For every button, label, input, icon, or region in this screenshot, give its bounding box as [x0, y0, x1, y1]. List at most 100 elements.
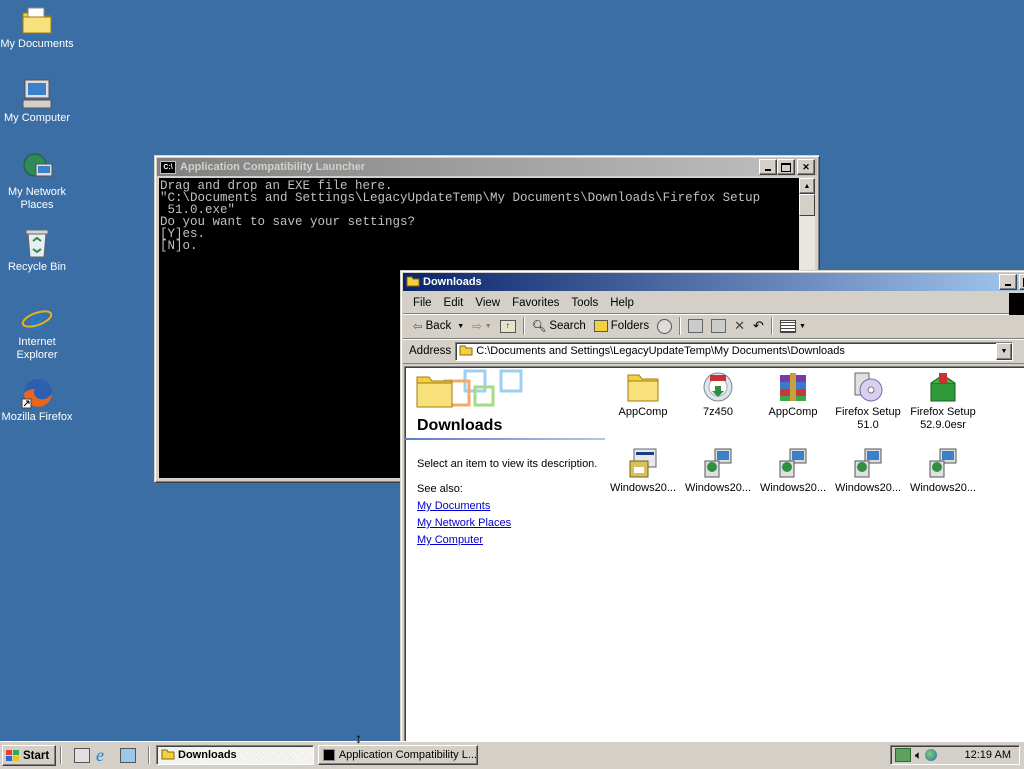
- history-button[interactable]: [653, 317, 676, 336]
- arrow-up-icon: ▲: [803, 182, 811, 190]
- folder-icon: [459, 344, 473, 359]
- file-item[interactable]: Windows20...: [756, 447, 830, 495]
- desktop-icon-my-documents[interactable]: My Documents: [0, 4, 74, 51]
- search-label: Search: [549, 320, 586, 332]
- file-item[interactable]: Windows20...: [681, 447, 755, 495]
- chevron-down-icon[interactable]: ▼: [485, 323, 492, 330]
- undo-button[interactable]: ↶: [749, 316, 768, 336]
- back-arrow-icon: ⇦: [413, 321, 423, 333]
- address-value: C:\Documents and Settings\LegacyUpdateTe…: [476, 345, 845, 357]
- explorer-title: Downloads: [423, 276, 482, 288]
- taskbar-separator: [148, 746, 150, 764]
- file-item[interactable]: AppComp: [756, 371, 830, 419]
- recycle-bin-icon: [20, 227, 54, 259]
- copy-to-button[interactable]: [707, 317, 730, 335]
- back-button[interactable]: ⇦ Back ▼: [409, 317, 468, 335]
- task-button-app-compat[interactable]: Application Compatibility L...: [318, 745, 478, 765]
- undo-icon: ↶: [753, 318, 764, 333]
- windows-logo-icon: [1009, 293, 1024, 315]
- chevron-down-icon: ▼: [798, 322, 806, 330]
- maximize-icon: [781, 162, 791, 172]
- link-my-network-places[interactable]: My Network Places: [417, 517, 511, 529]
- up-folder-button[interactable]: ↑: [496, 318, 520, 335]
- file-item[interactable]: Windows20...: [831, 447, 905, 495]
- console-title: Application Compatibility Launcher: [180, 161, 366, 173]
- file-item[interactable]: AppComp: [606, 371, 680, 419]
- show-desktop-icon[interactable]: [74, 748, 90, 763]
- windows-update-package-icon: [776, 447, 810, 479]
- folder-view[interactable]: Downloads Select an item to view its des…: [404, 366, 1024, 748]
- file-label: Windows20...: [609, 482, 677, 494]
- file-label: Firefox Setup 52.9.0esr: [910, 406, 976, 431]
- file-item[interactable]: Windows20...: [606, 447, 680, 495]
- folder-banner-graphic: [405, 367, 525, 411]
- history-icon: [657, 318, 673, 334]
- minimize-button[interactable]: [999, 274, 1017, 290]
- address-dropdown-button[interactable]: ▼: [996, 342, 1012, 360]
- desktop-icon-internet-explorer[interactable]: e Internet Explorer: [0, 301, 74, 362]
- folder-icon: [626, 371, 660, 403]
- console-titlebar[interactable]: C:\ Application Compatibility Launcher ✕: [157, 158, 817, 176]
- standard-toolbar: ⇦ Back ▼ ⇨ ▼ ↑ 🔍︎ Search Folders ✕ ↶ ▼: [403, 314, 1024, 339]
- maximize-button[interactable]: [777, 159, 795, 175]
- desktop-icon-my-computer[interactable]: My Computer: [0, 78, 74, 125]
- file-item[interactable]: 7z450: [681, 371, 755, 419]
- file-item[interactable]: Firefox Setup 52.9.0esr: [906, 371, 980, 432]
- title-underline: [405, 438, 605, 440]
- link-my-documents[interactable]: My Documents: [417, 500, 490, 512]
- scroll-thumb[interactable]: [799, 194, 815, 216]
- start-button[interactable]: Start: [2, 745, 56, 766]
- copy-to-icon: [711, 319, 727, 333]
- delete-button[interactable]: ✕: [730, 316, 749, 336]
- explorer-window[interactable]: Downloads File Edit View Favorites Tools…: [400, 270, 1024, 752]
- description-text: Select an item to view its description.: [417, 458, 598, 470]
- setup-cd-icon: [851, 371, 885, 403]
- internet-explorer-icon[interactable]: e: [96, 745, 104, 766]
- close-button[interactable]: ✕: [797, 159, 815, 175]
- menu-favorites[interactable]: Favorites: [506, 295, 565, 311]
- console-line: [Y]es.: [160, 227, 206, 241]
- network-tray-icon[interactable]: [895, 748, 911, 762]
- task-label: Application Compatibility L...: [338, 749, 477, 761]
- desktop-icon-network-places[interactable]: My Network Places: [0, 152, 74, 212]
- link-my-computer[interactable]: My Computer: [417, 534, 483, 546]
- desktop-icon-label: My Network Places: [7, 186, 67, 211]
- system-tray: 🔈︎ 12:19 AM: [890, 745, 1020, 765]
- installer-icon: [701, 371, 735, 403]
- resize-cursor-icon: ↕: [355, 730, 362, 746]
- minimize-button[interactable]: [759, 159, 777, 175]
- menu-view[interactable]: View: [469, 295, 506, 311]
- file-item[interactable]: Firefox Setup 51.0: [831, 371, 905, 432]
- folder-icon: [161, 748, 175, 763]
- menu-tools[interactable]: Tools: [565, 295, 604, 311]
- start-label: Start: [23, 749, 50, 762]
- clock[interactable]: 12:19 AM: [965, 749, 1011, 761]
- menu-edit[interactable]: Edit: [438, 295, 470, 311]
- up-folder-icon: ↑: [499, 319, 516, 333]
- address-label: Address: [409, 345, 452, 357]
- globe-tray-icon[interactable]: [925, 749, 938, 761]
- forward-button[interactable]: ⇨ ▼: [468, 317, 496, 335]
- chevron-down-icon[interactable]: ▼: [457, 323, 464, 330]
- menu-help[interactable]: Help: [604, 295, 640, 311]
- desktop-icon-firefox[interactable]: Mozilla Firefox: [0, 377, 74, 424]
- outlook-express-icon[interactable]: [120, 748, 136, 763]
- minimize-icon: [1005, 284, 1011, 286]
- file-item[interactable]: Windows20...: [906, 447, 980, 495]
- scroll-up-button[interactable]: ▲: [799, 178, 815, 194]
- search-button[interactable]: 🔍︎ Search: [528, 317, 590, 335]
- maximize-button[interactable]: [1019, 274, 1024, 290]
- move-to-button[interactable]: [684, 317, 707, 335]
- address-field[interactable]: C:\Documents and Settings\LegacyUpdateTe…: [455, 341, 1013, 361]
- close-icon: ✕: [802, 161, 810, 172]
- menu-file[interactable]: File: [407, 295, 438, 311]
- forward-arrow-icon: ⇨: [472, 321, 482, 333]
- task-button-downloads[interactable]: Downloads: [156, 745, 314, 765]
- back-label: Back: [425, 320, 452, 332]
- explorer-titlebar[interactable]: Downloads: [403, 273, 1024, 291]
- folders-button[interactable]: Folders: [590, 318, 653, 334]
- views-button[interactable]: ▼: [776, 318, 810, 335]
- desktop-icon-recycle-bin[interactable]: Recycle Bin: [0, 227, 74, 274]
- volume-icon[interactable]: 🔈︎: [915, 748, 922, 763]
- menu-bar: File Edit View Favorites Tools Help: [403, 293, 1024, 315]
